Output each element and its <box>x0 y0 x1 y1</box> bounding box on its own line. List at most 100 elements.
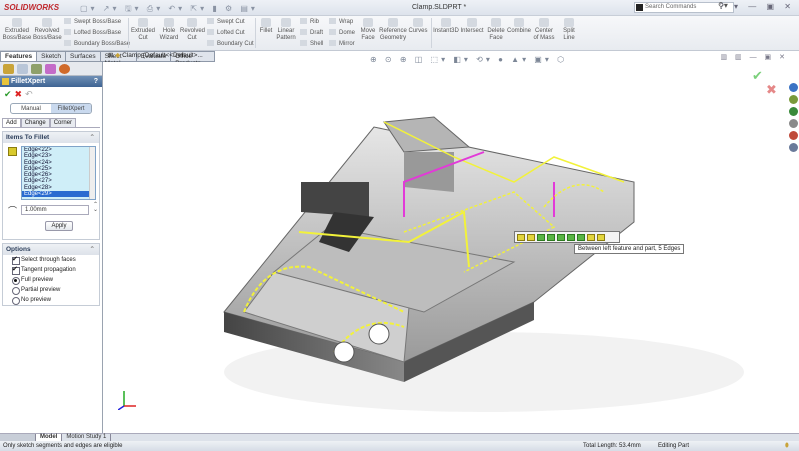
options-group: Options ⌃ Select through faces Tangent pr… <box>2 243 100 306</box>
flyout-tree-item[interactable]: ⊞ ◆ Clamp (Default<<Default>... <box>108 51 203 59</box>
intersect-button[interactable]: Intersect <box>460 16 484 35</box>
fillet-button[interactable]: Fillet <box>257 16 275 35</box>
split-line-button[interactable]: Split Line <box>557 16 581 42</box>
clamp-model[interactable] <box>104 62 788 433</box>
radius-field[interactable]: 1.00mm <box>21 205 89 215</box>
hole-wizard-button[interactable]: Hole Wizard <box>157 16 181 42</box>
tab-scroll-arrows[interactable] <box>0 434 36 441</box>
radius-icon: ⌒ <box>8 206 18 216</box>
select-option-icon[interactable] <box>597 234 605 241</box>
help-button[interactable]: ? <box>94 78 98 85</box>
property-manager-panel: FilletXpert? ✔ ✖ ↶ Manual FilletXpert Add … <box>0 62 103 433</box>
extruded-cut-button[interactable]: Extruded Cut <box>130 16 156 42</box>
no-preview-radio[interactable]: No preview <box>3 295 99 305</box>
revolved-boss-button[interactable]: Revolved Boss/Base <box>33 16 62 42</box>
quick-access-toolbar[interactable]: ▢▾ ↗▾ 🖫▾ ⎙▾ ↶▾ ⇱▾ ▮ ⚙ ▤▾ <box>80 3 258 17</box>
dimxpert-manager-tab[interactable] <box>45 64 56 74</box>
tangent-propagation-checkbox[interactable]: Tangent propagation <box>3 265 99 275</box>
partial-preview-radio[interactable]: Partial preview <box>3 285 99 295</box>
status-bar: Only sketch segments and edges are eligi… <box>0 441 799 451</box>
curves-button[interactable]: Curves <box>408 16 428 35</box>
revolved-cut-button[interactable]: Revolved Cut <box>180 16 205 42</box>
linear-pattern-button[interactable]: Linear Pattern <box>275 16 297 42</box>
view-palette-icon[interactable] <box>789 119 798 128</box>
task-pane-tabs <box>788 80 799 155</box>
display-manager-tab[interactable] <box>59 64 70 74</box>
select-option-icon[interactable] <box>587 234 595 241</box>
tab-corner[interactable]: Corner <box>49 118 77 127</box>
tab-change[interactable]: Change <box>20 118 50 127</box>
select-option-icon[interactable] <box>557 234 565 241</box>
window-controls[interactable]: ? ▾ — ▣ ✕ <box>719 2 795 11</box>
swept-cut-button[interactable]: Swept Cut <box>207 18 245 25</box>
select-option-icon[interactable] <box>547 234 555 241</box>
tab-model[interactable]: Model <box>36 434 63 441</box>
design-library-icon[interactable] <box>789 95 798 104</box>
manager-tabs <box>0 62 102 76</box>
tab-sketch[interactable]: Sketch <box>36 51 66 62</box>
file-explorer-icon[interactable] <box>789 107 798 116</box>
collapse-icon[interactable]: ⌃ <box>90 133 95 141</box>
boundary-cut-button[interactable]: Boundary Cut <box>207 40 254 47</box>
resources-icon[interactable] <box>789 83 798 92</box>
reference-geometry-button[interactable]: Reference Geometry <box>378 16 408 42</box>
group-title: Options <box>6 246 31 253</box>
tab-features[interactable]: Features <box>0 51 38 62</box>
custom-properties-icon[interactable] <box>789 143 798 152</box>
part-icon: ◆ <box>115 52 121 59</box>
tab-surfaces[interactable]: Surfaces <box>64 51 101 62</box>
list-scrollbar[interactable] <box>89 147 95 199</box>
feature-manager-tab[interactable] <box>3 64 14 74</box>
mirror-button[interactable]: Mirror <box>329 40 355 47</box>
graphics-area[interactable]: ⊞ ◆ Clamp (Default<<Default>... ⊕ ⊙ ⊕ ◫ … <box>104 52 788 433</box>
rib-button[interactable]: Rib <box>300 18 319 25</box>
manual-mode-button[interactable]: Manual <box>11 104 51 113</box>
wrap-button[interactable]: Wrap <box>329 18 353 25</box>
ok-check-icon[interactable]: ✔ <box>4 89 12 99</box>
delete-face-button[interactable]: Delete Face <box>486 16 506 42</box>
panel-title: FilletXpert <box>11 78 46 85</box>
select-option-icon[interactable] <box>527 234 535 241</box>
status-message: Only sketch segments and edges are eligi… <box>3 443 123 449</box>
collapse-icon[interactable]: ⌃ <box>90 245 95 253</box>
fillet-selection-toolbar[interactable] <box>514 231 620 243</box>
tooltip: Between left feature and part, 5 Edges <box>574 244 685 254</box>
filletxpert-mode-button[interactable]: FilletXpert <box>51 104 91 113</box>
dome-button[interactable]: Dome <box>329 29 355 36</box>
lofted-cut-button[interactable]: Lofted Cut <box>207 29 245 36</box>
full-preview-radio[interactable]: Full preview <box>3 275 99 285</box>
center-of-mass-button[interactable]: Center of Mass <box>532 16 556 42</box>
move-face-button[interactable]: Move Face <box>358 16 378 42</box>
radius-spinner[interactable]: ⌃ ⌄ <box>93 202 98 213</box>
tab-add[interactable]: Add <box>2 118 21 127</box>
edge-cube-icon <box>8 147 17 156</box>
select-option-icon[interactable] <box>577 234 585 241</box>
boundary-boss-button[interactable]: Boundary Boss/Base <box>64 40 130 47</box>
select-option-icon[interactable] <box>517 234 525 241</box>
rebuild-icon[interactable]: ⬮ <box>785 443 789 450</box>
apply-button[interactable]: Apply <box>45 221 73 231</box>
property-manager-tab[interactable] <box>17 64 28 74</box>
cancel-x-icon[interactable]: ✖ <box>15 89 23 99</box>
tab-motion-study[interactable]: Motion Study 1 <box>62 434 112 441</box>
draft-button[interactable]: Draft <box>300 29 323 36</box>
select-option-icon[interactable] <box>537 234 545 241</box>
property-manager-header: FilletXpert? <box>0 76 102 87</box>
select-through-faces-checkbox[interactable]: Select through faces <box>3 255 99 265</box>
viewport-window-controls[interactable]: ▥ ▥ — ▣ ✕ <box>721 53 789 61</box>
lofted-boss-button[interactable]: Lofted Boss/Base <box>64 29 121 36</box>
list-item[interactable]: Edge<29> <box>22 191 95 198</box>
select-option-icon[interactable] <box>567 234 575 241</box>
instant3d-button[interactable]: Instant3D <box>433 16 459 35</box>
combine-button[interactable]: Combine <box>507 16 531 35</box>
edge-selection-list[interactable]: Edge<22> Edge<23> Edge<24> Edge<25> Edge… <box>21 146 96 200</box>
editing-mode: Editing Part <box>658 443 690 449</box>
tree-item-label: Clamp (Default<<Default>... <box>122 52 203 59</box>
items-to-fillet-group: Items To Fillet ⌃ Edge<22> Edge<23> Edge<… <box>2 131 100 240</box>
undo-icon[interactable]: ↶ <box>25 89 33 99</box>
configuration-manager-tab[interactable] <box>31 64 42 74</box>
extruded-boss-button[interactable]: Extruded Boss/Base <box>2 16 32 42</box>
shell-button[interactable]: Shell <box>300 40 323 47</box>
swept-boss-button[interactable]: Swept Boss/Base <box>64 18 121 25</box>
appearances-icon[interactable] <box>789 131 798 140</box>
